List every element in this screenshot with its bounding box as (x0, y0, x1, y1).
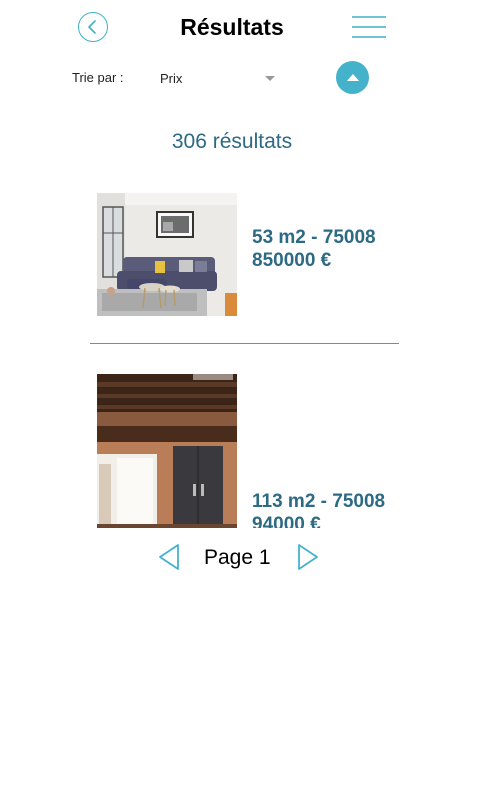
next-page-button[interactable] (296, 543, 320, 571)
page-indicator: Page 1 (204, 546, 271, 569)
menu-button[interactable] (352, 16, 386, 38)
results-count: 306 résultats (171, 130, 293, 153)
previous-page-button[interactable] (157, 543, 181, 571)
triangle-right-icon (298, 544, 318, 570)
apartment-interior-photo (97, 374, 237, 528)
sort-order-button[interactable] (336, 61, 369, 94)
sort-label: Trie par : (72, 70, 124, 85)
listing-item[interactable]: 113 m2 - 75008 94000 € (97, 374, 407, 528)
sort-selected-value: Prix (160, 70, 183, 86)
listing-item[interactable]: 53 m2 - 75008 850000 € (97, 193, 407, 316)
listing-details: 113 m2 - 75008 94000 € (252, 490, 385, 528)
page-title: Résultats (180, 14, 284, 40)
listings-list: 53 m2 - 75008 850000 € 113 m2 - 75008 94… (0, 190, 480, 528)
listing-details: 53 m2 - 75008 850000 € (252, 226, 376, 272)
sort-ascending-icon (346, 73, 359, 81)
sort-select[interactable]: Prix (160, 66, 280, 90)
listing-divider (90, 343, 399, 344)
listing-price: 850000 € (252, 250, 332, 271)
listing-area-postcode: 113 m2 - 75008 (252, 491, 386, 512)
hamburger-menu-icon (352, 16, 386, 38)
triangle-left-icon (159, 544, 179, 570)
dropdown-caret-icon (265, 76, 275, 81)
listing-area-postcode: 53 m2 - 75008 (252, 227, 376, 248)
living-room-photo (97, 193, 237, 316)
listing-price: 94000 € (252, 514, 321, 528)
